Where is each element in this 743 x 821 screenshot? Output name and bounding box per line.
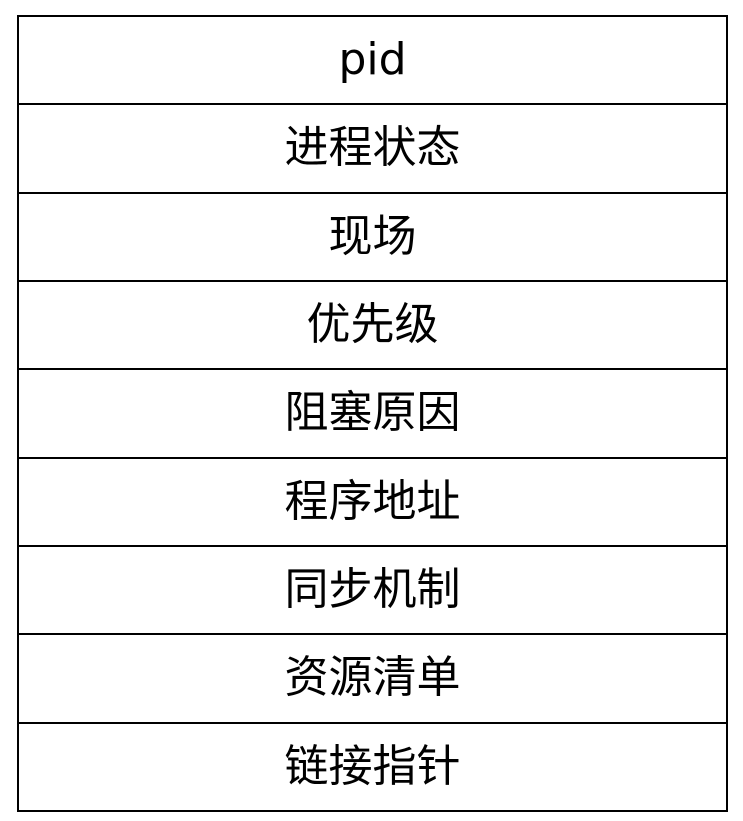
pcb-field-block-reason: 阻塞原因 [19,370,726,459]
pcb-field-resource-list: 资源清单 [19,635,726,724]
pcb-field-sync-mechanism: 同步机制 [19,547,726,636]
pcb-field-context: 现场 [19,194,726,282]
pcb-field-link-pointer: 链接指针 [284,740,461,792]
pcb-field-program-address: 程序地址 [19,459,726,547]
pcb-structure-table: pid 进程状态 现场 优先级 阻塞原因 程序地址 同步机制 资源清单 链接指针 [17,15,728,812]
pcb-field-pid: pid [19,17,726,106]
pcb-field-process-state: 进程状态 [19,105,726,194]
pcb-field-priority: 优先级 [19,282,726,371]
